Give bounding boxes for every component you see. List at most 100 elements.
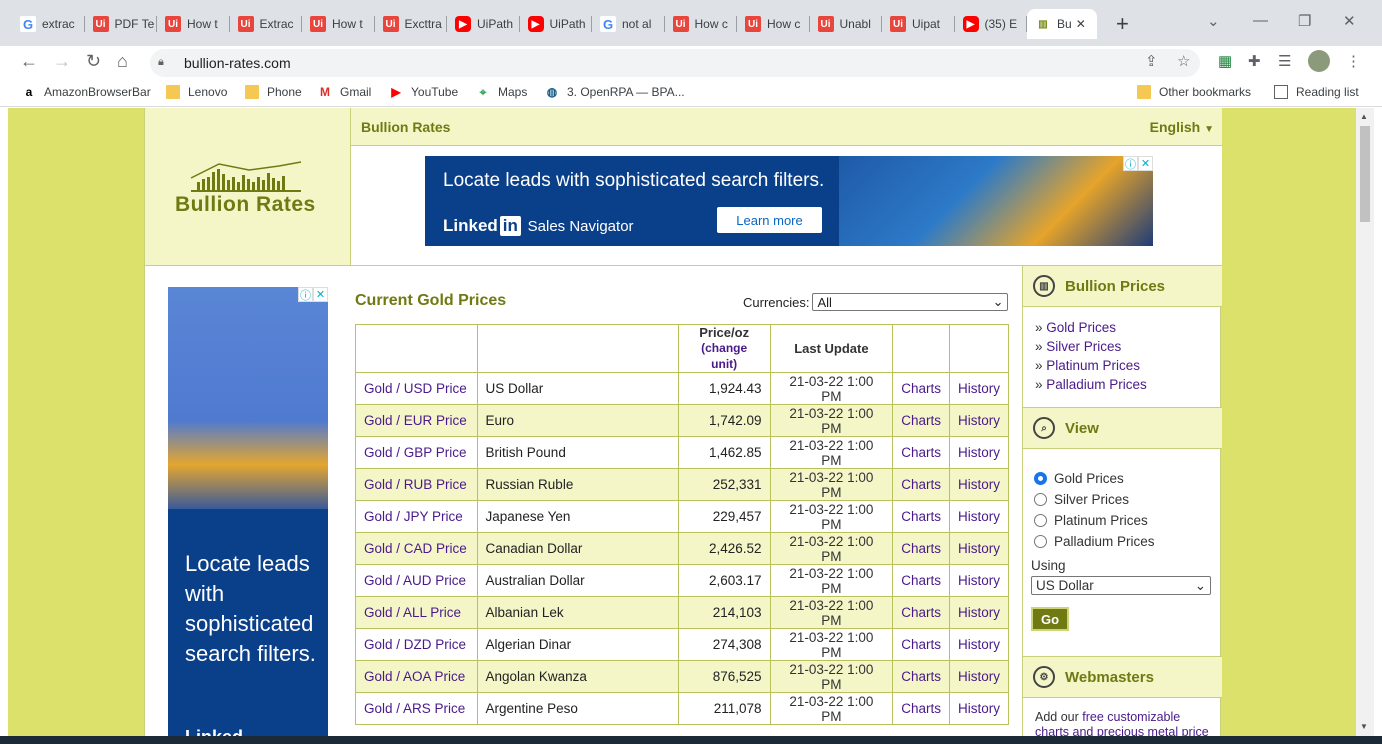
- browser-tab[interactable]: Gnot al: [592, 9, 665, 39]
- charts-link[interactable]: Charts: [892, 596, 950, 629]
- bookmark-item[interactable]: ⌖ Maps: [476, 85, 528, 99]
- browser-tab[interactable]: ▶ UiPath: [447, 9, 520, 39]
- charts-link[interactable]: Charts: [892, 372, 950, 405]
- change-unit-link[interactable]: (change unit): [701, 341, 747, 371]
- gold-pair-link[interactable]: Gold / ARS Price: [355, 692, 478, 725]
- ad-close-icon[interactable]: ✕: [313, 287, 328, 302]
- new-tab-button[interactable]: +: [1116, 11, 1129, 37]
- history-link[interactable]: History: [948, 596, 1010, 629]
- charts-link[interactable]: Charts: [892, 532, 950, 565]
- history-link[interactable]: History: [948, 404, 1010, 437]
- charts-link[interactable]: Charts: [892, 628, 950, 661]
- site-title-link[interactable]: Bullion Rates: [361, 119, 450, 135]
- learn-more-button[interactable]: Learn more: [717, 207, 822, 233]
- back-icon[interactable]: ←: [20, 51, 38, 72]
- charts-link[interactable]: Charts: [892, 468, 950, 501]
- bullion-price-link[interactable]: Platinum Prices: [1035, 356, 1222, 375]
- charts-link[interactable]: Charts: [892, 564, 950, 597]
- currencies-select[interactable]: All ⌄: [812, 293, 1009, 311]
- gold-pair-link[interactable]: Gold / AUD Price: [355, 564, 478, 597]
- gold-pair-link[interactable]: Gold / RUB Price: [355, 468, 478, 501]
- history-link[interactable]: History: [948, 436, 1010, 469]
- browser-tab[interactable]: Ui Uipat: [882, 9, 955, 39]
- browser-tab[interactable]: Ui Extrac: [230, 9, 302, 39]
- restore-icon[interactable]: ❐: [1298, 12, 1311, 30]
- free-charts-link[interactable]: free customizable: [1082, 710, 1180, 724]
- browser-tab[interactable]: Ui Unabl: [810, 9, 882, 39]
- extensions-icon[interactable]: ✚: [1248, 52, 1261, 70]
- reload-icon[interactable]: ↻: [86, 51, 101, 72]
- metal-radio-option[interactable]: Platinum Prices: [1034, 510, 1222, 531]
- ad-close-icon[interactable]: ✕: [1138, 156, 1153, 171]
- gold-pair-link[interactable]: Gold / EUR Price: [355, 404, 478, 437]
- browser-tab[interactable]: Ui How t: [302, 9, 375, 39]
- home-icon[interactable]: ⌂: [117, 51, 128, 72]
- charts-link[interactable]: Charts: [892, 436, 950, 469]
- scrollbar-thumb[interactable]: [1360, 126, 1370, 222]
- tab-search-icon[interactable]: ⌄: [1207, 12, 1220, 30]
- bullion-price-link[interactable]: Palladium Prices: [1035, 375, 1222, 394]
- using-currency-select[interactable]: US Dollar ⌄: [1031, 576, 1211, 595]
- metal-radio-option[interactable]: Palladium Prices: [1034, 531, 1222, 552]
- history-link[interactable]: History: [948, 372, 1010, 405]
- share-icon[interactable]: ⇪: [1145, 52, 1158, 70]
- history-link[interactable]: History: [948, 660, 1010, 693]
- charts-link[interactable]: Charts: [892, 500, 950, 533]
- bullion-price-link[interactable]: Gold Prices: [1035, 318, 1222, 337]
- bookmark-item[interactable]: a AmazonBrowserBar: [22, 85, 151, 99]
- forward-icon[interactable]: →: [53, 51, 71, 72]
- address-bar[interactable]: 🔒︎ bullion-rates.com: [150, 49, 1200, 77]
- minimize-icon[interactable]: —: [1253, 12, 1268, 29]
- metal-price-link[interactable]: charts and precious metal price: [1035, 725, 1209, 736]
- close-window-icon[interactable]: ✕: [1343, 12, 1356, 30]
- history-link[interactable]: History: [948, 564, 1010, 597]
- gold-pair-link[interactable]: Gold / JPY Price: [355, 500, 478, 533]
- metal-radio-option[interactable]: Gold Prices: [1034, 468, 1222, 489]
- gold-pair-link[interactable]: Gold / ALL Price: [355, 596, 478, 629]
- history-link[interactable]: History: [948, 468, 1010, 501]
- bookmark-item[interactable]: Lenovo: [166, 85, 227, 99]
- left-ad-banner[interactable]: ⓘ ✕ Locate leads with sophisticated searc…: [168, 287, 328, 736]
- history-link[interactable]: History: [948, 532, 1010, 565]
- charts-link[interactable]: Charts: [892, 692, 950, 725]
- radio-button[interactable]: [1034, 493, 1047, 506]
- bookmark-star-icon[interactable]: ☆: [1177, 52, 1190, 70]
- history-link[interactable]: History: [948, 500, 1010, 533]
- ad-info-icon[interactable]: ⓘ: [1123, 156, 1138, 171]
- browser-tab[interactable]: ▶ (35) E: [955, 9, 1027, 39]
- history-link[interactable]: History: [948, 692, 1010, 725]
- gold-pair-link[interactable]: Gold / GBP Price: [355, 436, 478, 469]
- metal-radio-option[interactable]: Silver Prices: [1034, 489, 1222, 510]
- language-selector[interactable]: English ▼: [1150, 119, 1214, 135]
- other-bookmarks[interactable]: Other bookmarks: [1137, 85, 1251, 99]
- browser-tab[interactable]: ▶ UiPath: [520, 9, 592, 39]
- profile-avatar[interactable]: [1308, 50, 1330, 72]
- go-button[interactable]: Go: [1031, 607, 1069, 631]
- ad-info-icon[interactable]: ⓘ: [298, 287, 313, 302]
- browser-tab[interactable]: Gextrac: [12, 9, 85, 39]
- radio-button[interactable]: [1034, 535, 1047, 548]
- charts-link[interactable]: Charts: [892, 404, 950, 437]
- top-ad-banner[interactable]: Locate leads with sophisticated search f…: [425, 156, 1153, 246]
- bookmark-item[interactable]: ▶ YouTube: [389, 85, 458, 99]
- left-ad-choices[interactable]: ⓘ ✕: [298, 287, 328, 302]
- browser-tab[interactable]: Ui Excttra: [375, 9, 447, 39]
- radio-button[interactable]: [1034, 472, 1047, 485]
- bookmark-item[interactable]: ◍ 3. OpenRPA — BPA...: [545, 85, 685, 99]
- gold-pair-link[interactable]: Gold / DZD Price: [355, 628, 478, 661]
- browser-tab[interactable]: Ui How c: [665, 9, 737, 39]
- radio-button[interactable]: [1034, 514, 1047, 527]
- media-icon[interactable]: ☰: [1278, 52, 1291, 70]
- page-scrollbar[interactable]: ▲ ▼: [1356, 108, 1374, 736]
- history-link[interactable]: History: [948, 628, 1010, 661]
- gold-pair-link[interactable]: Gold / CAD Price: [355, 532, 478, 565]
- ad-choices[interactable]: ⓘ ✕: [1123, 156, 1153, 171]
- sheets-extension-icon[interactable]: ▦: [1218, 52, 1232, 70]
- site-logo[interactable]: Bullion Rates: [175, 160, 325, 217]
- tab-active[interactable]: ▥ Bu ✕: [1027, 9, 1097, 39]
- charts-link[interactable]: Charts: [892, 660, 950, 693]
- close-tab-icon[interactable]: ✕: [1076, 17, 1086, 31]
- menu-icon[interactable]: ⋮: [1346, 52, 1361, 70]
- gold-pair-link[interactable]: Gold / AOA Price: [355, 660, 478, 693]
- reading-list[interactable]: Reading list: [1274, 85, 1359, 99]
